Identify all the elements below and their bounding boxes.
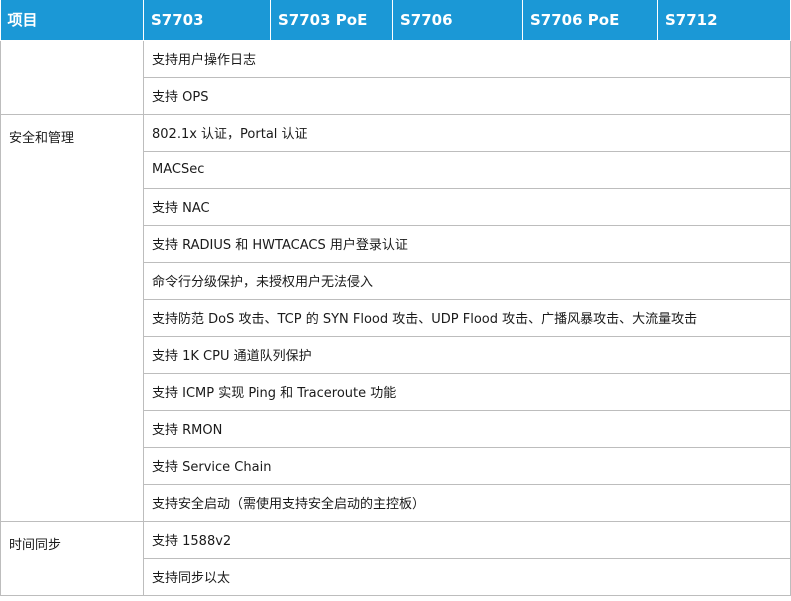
feature-cell: 支持 RMON <box>143 409 791 448</box>
feature-cell: 支持安全启动（需使用支持安全启动的主控板） <box>143 483 791 522</box>
feature-cell: 支持 OPS <box>143 76 791 115</box>
feature-cell: 支持同步以太 <box>143 557 791 596</box>
feature-cell: 支持 1K CPU 通道队列保护 <box>143 335 791 374</box>
feature-cell: 命令行分级保护，未授权用户无法侵入 <box>143 261 791 300</box>
header-cell-s7712: S7712 <box>657 0 791 41</box>
category-cell: 安全和管理 <box>0 113 144 522</box>
feature-cell: 802.1x 认证，Portal 认证 <box>143 113 791 152</box>
feature-cell: 支持防范 DoS 攻击、TCP 的 SYN Flood 攻击、UDP Flood… <box>143 298 791 337</box>
feature-cell: 支持 1588v2 <box>143 520 791 559</box>
table-row: 时间同步 支持 1588v2 <box>0 520 791 596</box>
feature-cell: 支持 NAC <box>143 187 791 226</box>
header-cell-s7703-poe: S7703 PoE <box>270 0 393 41</box>
feature-cell: MACSec <box>143 150 791 189</box>
table-row: 安全和管理 802.1x 认证，Portal 认证 <box>0 113 791 522</box>
category-cell <box>0 39 144 115</box>
header-cell-item: 项目 <box>0 0 144 41</box>
header-cell-s7703: S7703 <box>143 0 271 41</box>
header-cell-s7706-poe: S7706 PoE <box>522 0 658 41</box>
table-row: 支持用户操作日志 <box>0 39 791 115</box>
feature-cell: 支持用户操作日志 <box>143 39 791 78</box>
spec-table: 项目 S7703 S7703 PoE S7706 S7706 PoE S7712… <box>0 0 791 596</box>
header-cell-s7706: S7706 <box>392 0 523 41</box>
category-cell: 时间同步 <box>0 520 144 596</box>
feature-cell: 支持 Service Chain <box>143 446 791 485</box>
feature-cell: 支持 RADIUS 和 HWTACACS 用户登录认证 <box>143 224 791 263</box>
feature-cell: 支持 ICMP 实现 Ping 和 Traceroute 功能 <box>143 372 791 411</box>
table-header-row: 项目 S7703 S7703 PoE S7706 S7706 PoE S7712 <box>0 0 791 41</box>
